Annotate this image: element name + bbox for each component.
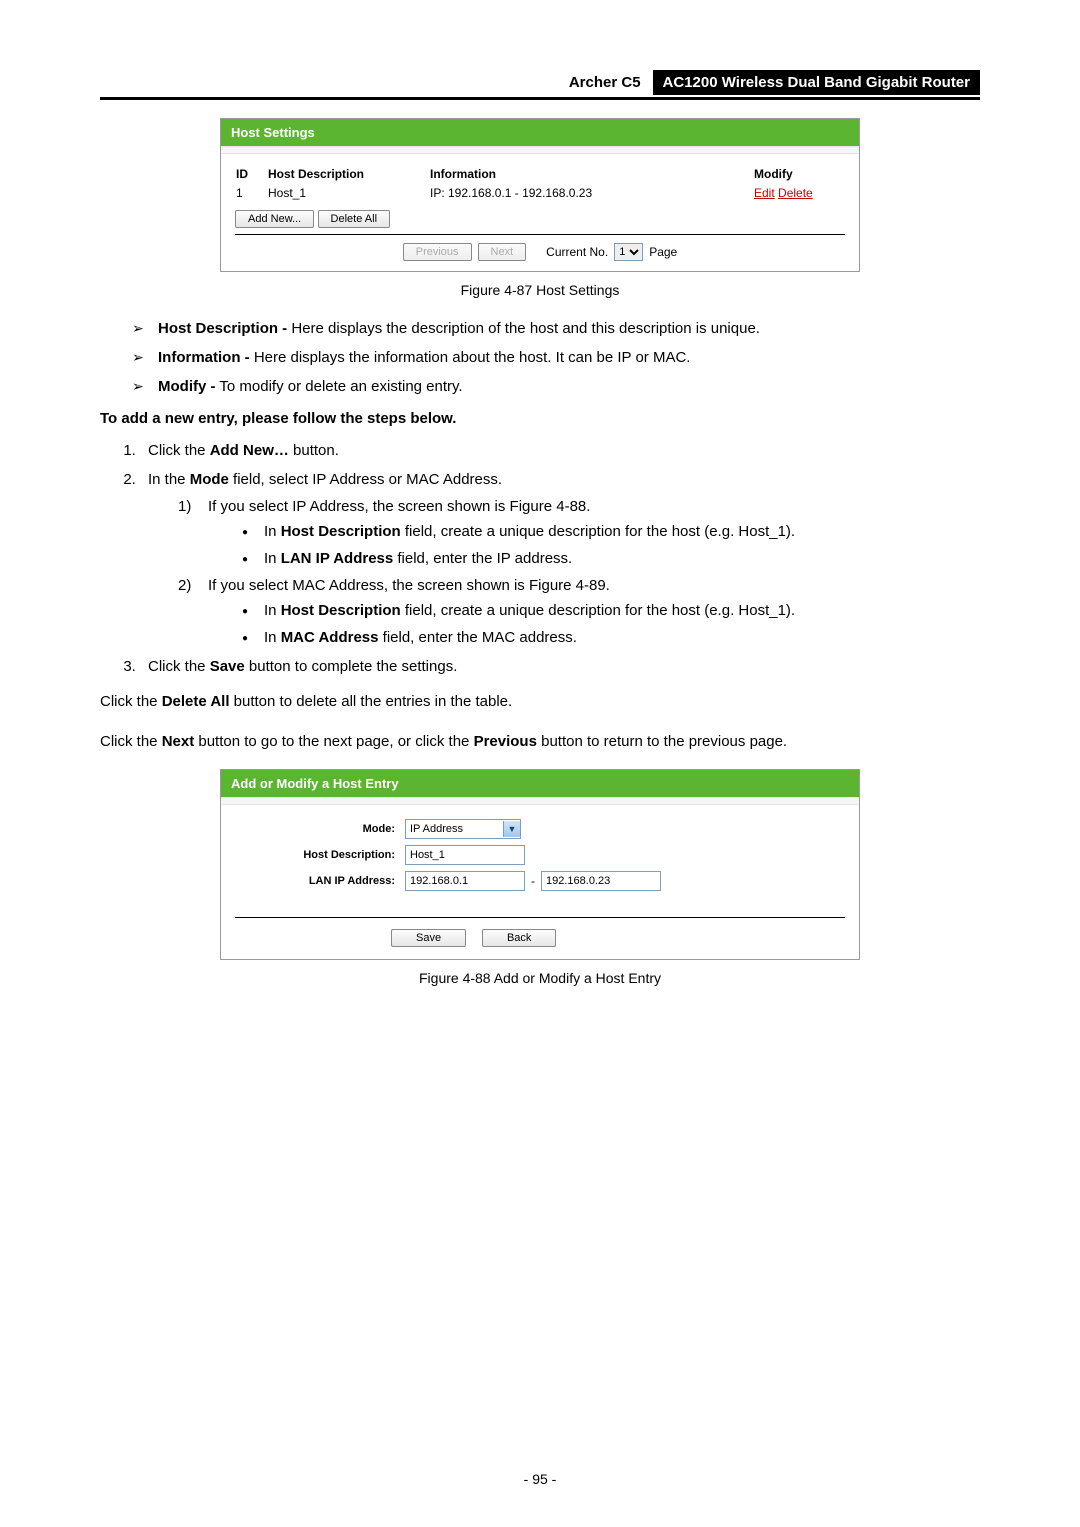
page-label: Page <box>649 245 677 259</box>
list-item: Information - Here displays the informat… <box>132 349 980 366</box>
previous-button[interactable]: Previous <box>403 243 472 261</box>
substep-2: If you select MAC Address, the screen sh… <box>178 577 980 646</box>
host-description-input[interactable] <box>405 845 525 865</box>
back-button[interactable]: Back <box>482 929 556 947</box>
lan-ip-start-input[interactable] <box>405 871 525 891</box>
cell-id: 1 <box>235 185 267 206</box>
current-label: Current No. <box>546 245 608 259</box>
host-desc-label: Host Description: <box>235 849 405 861</box>
dash-separator: - <box>525 874 541 888</box>
mode-select[interactable]: IP Address ▼ <box>405 819 521 839</box>
mode-label: Mode: <box>235 823 405 835</box>
table-row: 1 Host_1 IP: 192.168.0.1 - 192.168.0.23 … <box>235 185 845 206</box>
host-settings-panel: Host Settings ID Host Description Inform… <box>220 118 860 272</box>
add-new-button[interactable]: Add New... <box>235 210 314 228</box>
substep-1: If you select IP Address, the screen sho… <box>178 498 980 567</box>
paragraph: Click the Delete All button to delete al… <box>100 690 980 715</box>
list-item: In MAC Address field, enter the MAC addr… <box>242 629 980 646</box>
doc-header: Archer C5 AC1200 Wireless Dual Band Giga… <box>100 70 980 100</box>
save-button[interactable]: Save <box>391 929 466 947</box>
header-product: AC1200 Wireless Dual Band Gigabit Router <box>653 70 980 95</box>
lan-ip-label: LAN IP Address: <box>235 875 405 887</box>
list-item: In Host Description field, create a uniq… <box>242 523 980 540</box>
list-item: In Host Description field, create a uniq… <box>242 602 980 619</box>
host-table: ID Host Description Information Modify 1… <box>235 166 845 206</box>
next-button[interactable]: Next <box>478 243 527 261</box>
step-2: In the Mode field, select IP Address or … <box>140 471 980 646</box>
figure-caption-2: Figure 4-88 Add or Modify a Host Entry <box>220 970 860 986</box>
col-id: ID <box>235 166 267 185</box>
delete-all-button[interactable]: Delete All <box>318 210 390 228</box>
col-mod: Modify <box>753 166 845 185</box>
cell-desc: Host_1 <box>267 185 429 206</box>
list-item: Host Description - Here displays the des… <box>132 320 980 337</box>
header-model: Archer C5 <box>561 70 649 95</box>
panel-title: Host Settings <box>221 119 859 146</box>
panel-title-2: Add or Modify a Host Entry <box>221 770 859 797</box>
chevron-down-icon: ▼ <box>503 821 520 837</box>
figure-caption-1: Figure 4-87 Host Settings <box>220 282 860 298</box>
cell-info: IP: 192.168.0.1 - 192.168.0.23 <box>429 185 753 206</box>
step-1: Click the Add New… button. <box>140 442 980 459</box>
delete-link[interactable]: Delete <box>778 186 813 200</box>
lan-ip-end-input[interactable] <box>541 871 661 891</box>
list-item: Modify - To modify or delete an existing… <box>132 378 980 395</box>
page-number: - 95 - <box>0 1471 1080 1487</box>
list-item: In LAN IP Address field, enter the IP ad… <box>242 550 980 567</box>
col-info: Information <box>429 166 753 185</box>
paragraph: Click the Next button to go to the next … <box>100 730 980 755</box>
step-3: Click the Save button to complete the se… <box>140 658 980 675</box>
page-select[interactable]: 1 <box>614 243 643 261</box>
edit-link[interactable]: Edit <box>754 186 775 200</box>
add-modify-panel: Add or Modify a Host Entry Mode: IP Addr… <box>220 769 860 960</box>
col-desc: Host Description <box>267 166 429 185</box>
steps-heading: To add a new entry, please follow the st… <box>100 410 456 427</box>
